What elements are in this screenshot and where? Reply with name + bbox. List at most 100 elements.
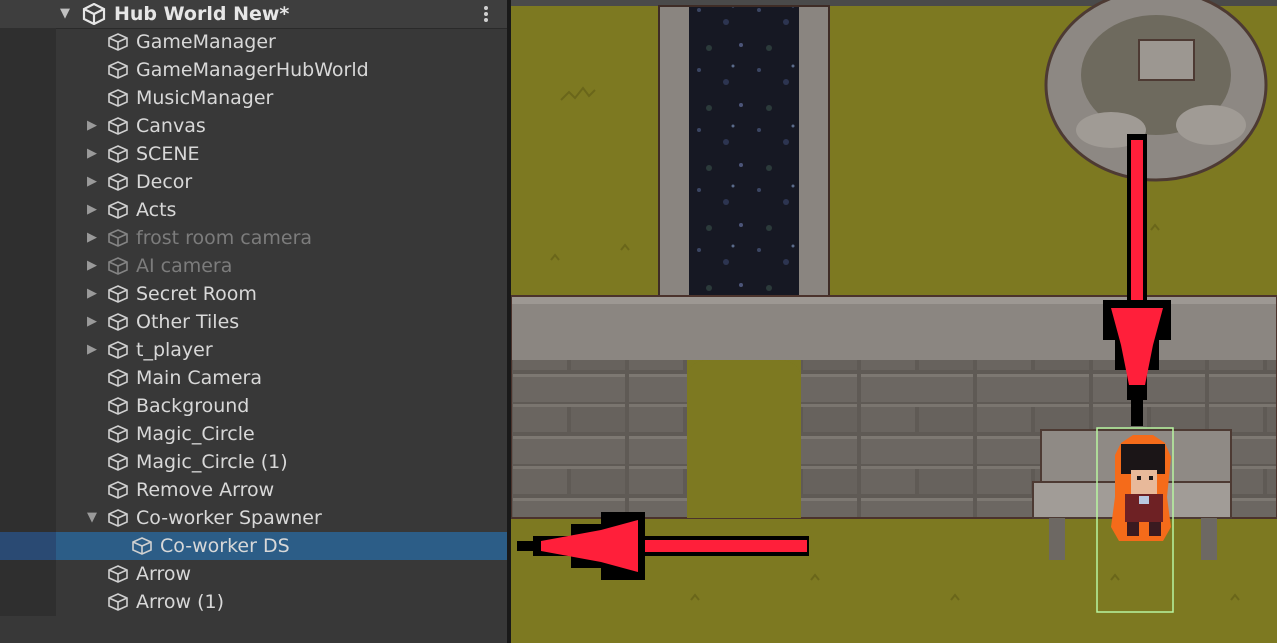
gameobject-cube-icon [107,481,129,499]
row-gutter[interactable] [0,84,56,112]
hierarchy-item-label: Magic_Circle [136,423,255,445]
hierarchy-item[interactable]: ▶ frost room camera [0,224,507,252]
chevron-down-icon[interactable]: ▼ [84,504,100,532]
hierarchy-item-label: Remove Arrow [136,479,275,501]
chevron-right-icon[interactable]: ▶ [84,140,100,168]
row-gutter[interactable] [0,420,56,448]
hierarchy-item[interactable]: Arrow (1) [0,588,507,616]
hierarchy-item[interactable]: Co-worker DS [0,532,507,560]
hierarchy-item[interactable]: GameManagerHubWorld [0,56,507,84]
scene-header-row[interactable]: ▼ Hub World New* [0,0,507,29]
hierarchy-panel[interactable]: ▼ Hub World New* GameManager GameManagerH… [0,0,507,643]
hierarchy-item[interactable]: ▶ Decor [0,168,507,196]
gameobject-cube-icon [107,201,129,219]
gameobject-cube-icon [107,369,129,387]
row-gutter[interactable] [0,252,56,280]
chevron-right-icon[interactable]: ▶ [84,112,100,140]
row-gutter[interactable] [0,560,56,588]
gameobject-cube-icon [107,425,129,443]
gameobject-cube-icon [107,285,129,303]
row-gutter[interactable] [0,364,56,392]
portal-pillar [658,5,830,297]
hierarchy-item-label: Background [136,395,250,417]
row-gutter[interactable] [0,168,56,196]
chevron-right-icon[interactable]: ▶ [84,308,100,336]
hierarchy-item-label: frost room camera [136,227,313,249]
row-gutter[interactable] [0,56,56,84]
hierarchy-item[interactable]: ▼ Co-worker Spawner [0,504,507,532]
row-gutter[interactable] [0,280,56,308]
hierarchy-item-label: SCENE [136,143,200,165]
hierarchy-item[interactable]: ▶ Secret Room [0,280,507,308]
hierarchy-item-label: Arrow [136,563,192,585]
scene-title: Hub World New* [114,3,290,25]
more-options-icon[interactable] [478,4,494,24]
gameobject-cube-icon [107,509,129,527]
hierarchy-item-label: GameManager [136,31,276,53]
hierarchy-item[interactable]: Magic_Circle (1) [0,448,507,476]
hierarchy-item[interactable]: Arrow [0,560,507,588]
hierarchy-item[interactable]: MusicManager [0,84,507,112]
hierarchy-item[interactable]: Magic_Circle [0,420,507,448]
row-gutter[interactable] [0,448,56,476]
hierarchy-item-label: Arrow (1) [136,591,224,613]
gameobject-cube-icon [107,257,129,275]
row-gutter[interactable] [0,336,56,364]
unity-scene-icon [82,3,106,25]
stone-well [1044,0,1268,182]
chevron-right-icon[interactable]: ▶ [84,280,100,308]
hierarchy-item[interactable]: ▶ Canvas [0,112,507,140]
starry-portal [689,6,799,296]
hierarchy-item-label: Other Tiles [136,311,240,333]
chevron-right-icon[interactable]: ▶ [84,336,100,364]
hierarchy-item-label: Decor [136,171,193,193]
scene-canvas[interactable] [511,0,1277,643]
scene-view[interactable] [511,0,1277,643]
hierarchy-item-label: Main Camera [136,367,262,389]
gameobject-cube-icon [107,397,129,415]
hierarchy-item[interactable]: Main Camera [0,364,507,392]
hierarchy-item-label: AI camera [136,255,233,277]
chevron-right-icon[interactable]: ▶ [84,168,100,196]
row-gutter[interactable] [0,112,56,140]
row-gutter[interactable] [0,588,56,616]
hierarchy-item[interactable]: Background [0,392,507,420]
gameobject-cube-icon [107,173,129,191]
hierarchy-item[interactable]: ▶ t_player [0,336,507,364]
hierarchy-item[interactable]: GameManager [0,28,507,56]
gameobject-cube-icon [107,341,129,359]
row-gutter[interactable] [0,28,56,56]
gameobject-cube-icon [107,593,129,611]
chevron-down-icon[interactable]: ▼ [60,0,70,28]
gameobject-cube-icon [107,33,129,51]
hierarchy-item-label: Acts [136,199,177,221]
chevron-right-icon[interactable]: ▶ [84,252,100,280]
coworker-character-sprite[interactable] [1111,435,1171,541]
hierarchy-item[interactable]: ▶ SCENE [0,140,507,168]
chevron-right-icon[interactable]: ▶ [84,224,100,252]
row-gutter[interactable] [0,140,56,168]
wall-archway [687,360,801,518]
chevron-right-icon[interactable]: ▶ [84,196,100,224]
hierarchy-item[interactable]: ▶ Other Tiles [0,308,507,336]
hierarchy-item-label: Co-worker Spawner [136,507,322,529]
hierarchy-item[interactable]: ▶ Acts [0,196,507,224]
row-gutter[interactable] [0,196,56,224]
hierarchy-item[interactable]: Remove Arrow [0,476,507,504]
row-gutter[interactable] [0,392,56,420]
row-gutter[interactable] [0,476,56,504]
gameobject-cube-icon [107,453,129,471]
hierarchy-item[interactable]: ▶ AI camera [0,252,507,280]
row-gutter[interactable] [0,504,56,532]
row-gutter[interactable] [0,224,56,252]
row-gutter[interactable] [0,308,56,336]
gameobject-cube-icon [107,565,129,583]
gameobject-cube-icon [107,117,129,135]
gameobject-cube-icon [107,145,129,163]
gameobject-cube-icon [107,61,129,79]
gameobject-cube-icon [107,313,129,331]
hierarchy-item-label: MusicManager [136,87,274,109]
row-gutter[interactable] [0,532,56,560]
hierarchy-item-label: Co-worker DS [160,535,290,557]
gameobject-cube-icon [131,537,153,555]
